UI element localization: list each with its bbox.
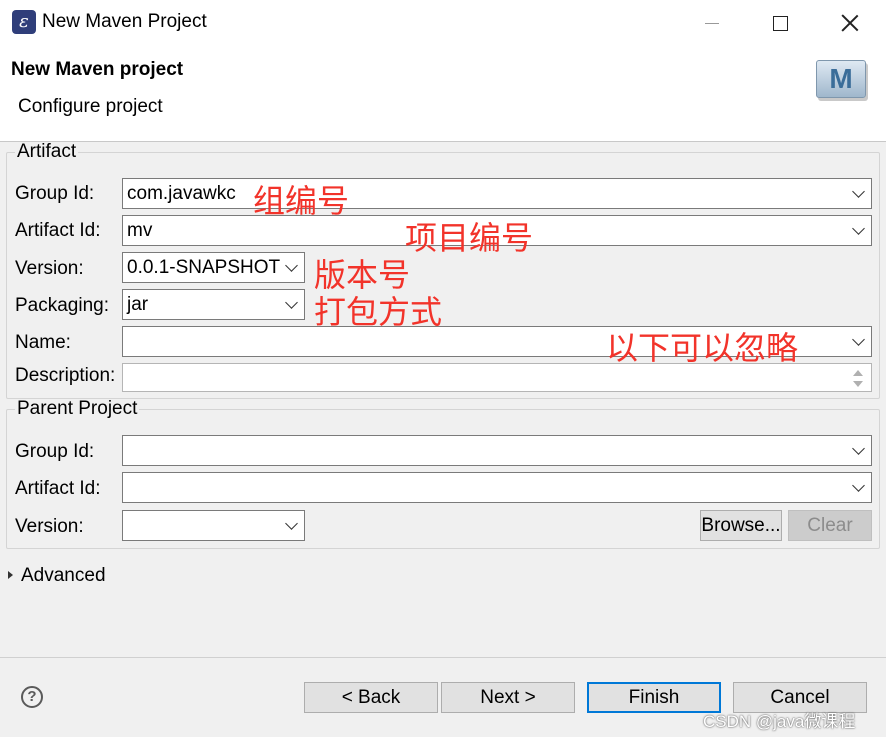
window-title: New Maven Project (42, 11, 207, 32)
group-id-annotation: 组编号 (253, 182, 350, 220)
optional-annotation: 以下可以忽略 (606, 329, 799, 367)
version-value: 0.0.1-SNAPSHOT (127, 257, 281, 278)
artifact-id-value: mv (127, 220, 153, 241)
chevron-down-icon[interactable] (285, 517, 298, 530)
footer-divider (0, 657, 886, 658)
version-combo[interactable]: 0.0.1-SNAPSHOT (122, 252, 305, 283)
parent-group-id-label: Group Id: (15, 441, 95, 462)
parent-version-label: Version: (15, 516, 84, 537)
chevron-down-icon[interactable] (852, 333, 865, 346)
scroll-up-icon[interactable] (853, 370, 863, 376)
close-icon (841, 14, 859, 32)
packaging-combo[interactable]: jar (122, 289, 305, 320)
minimize-icon (705, 22, 719, 24)
next-button[interactable]: Next > (441, 682, 575, 713)
group-id-combo[interactable]: com.javawkc (122, 178, 872, 209)
scroll-down-icon[interactable] (853, 381, 863, 387)
advanced-label: Advanced (21, 565, 106, 586)
browse-button[interactable]: Browse... (700, 510, 782, 541)
parent-artifact-id-combo[interactable] (122, 472, 872, 503)
packaging-annotation: 打包方式 (314, 293, 443, 331)
title-bar: ε New Maven Project (0, 0, 886, 46)
parent-artifact-id-label: Artifact Id: (15, 478, 101, 499)
eclipse-icon: ε (12, 10, 36, 34)
wizard-header: New Maven project Configure project M (0, 46, 886, 142)
maximize-icon (772, 15, 788, 31)
chevron-down-icon[interactable] (285, 259, 298, 272)
finish-button[interactable]: Finish (587, 682, 721, 713)
minimize-button[interactable] (682, 0, 742, 46)
maven-m-icon: M (816, 60, 866, 98)
group-id-label: Group Id: (15, 183, 95, 204)
parent-version-combo[interactable] (122, 510, 305, 541)
csdn-watermark: CSDN @java微课程 (703, 712, 856, 731)
clear-button[interactable]: Clear (788, 510, 872, 541)
version-label: Version: (15, 258, 84, 279)
packaging-label: Packaging: (15, 295, 110, 316)
chevron-down-icon[interactable] (285, 296, 298, 309)
maximize-button[interactable] (750, 0, 810, 46)
question-mark-icon[interactable]: ? (21, 686, 43, 708)
group-id-value: com.javawkc (127, 183, 236, 204)
wizard-subtitle: Configure project (18, 96, 163, 117)
close-button[interactable] (820, 0, 880, 46)
name-label: Name: (15, 332, 71, 353)
expand-arrow-icon (8, 571, 13, 579)
chevron-down-icon[interactable] (852, 479, 865, 492)
chevron-down-icon[interactable] (852, 185, 865, 198)
back-button[interactable]: < Back (304, 682, 438, 713)
parent-group-id-combo[interactable] (122, 435, 872, 466)
artifact-id-label: Artifact Id: (15, 220, 101, 241)
advanced-toggle[interactable]: Advanced (8, 565, 106, 587)
wizard-title: New Maven project (11, 59, 184, 80)
parent-project-legend: Parent Project (15, 398, 140, 419)
artifact-id-annotation: 项目编号 (405, 219, 534, 257)
chevron-down-icon[interactable] (852, 222, 865, 235)
packaging-value: jar (127, 294, 149, 315)
artifact-group-legend: Artifact (15, 141, 79, 162)
description-label: Description: (15, 365, 116, 386)
chevron-down-icon[interactable] (852, 442, 865, 455)
